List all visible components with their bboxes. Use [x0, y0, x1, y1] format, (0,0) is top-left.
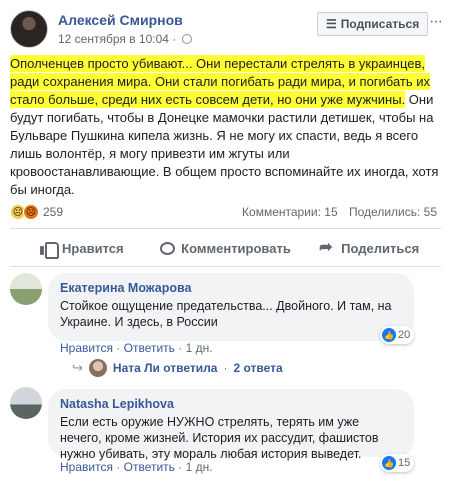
post-actions-bar: Нравится Комментировать Поделиться — [10, 233, 441, 263]
reactions-count: 259 — [43, 205, 64, 219]
globe-icon — [181, 34, 192, 44]
reactions-summary[interactable]: ☹ ☹ 259 — [10, 204, 63, 220]
shares-count-link[interactable]: Поделились: 55 — [349, 205, 437, 219]
date-separator: · — [172, 32, 177, 46]
view-replies-link[interactable]: ↪ Ната Ли ответила · 2 ответа — [72, 359, 283, 377]
comment-actions: Нравится · Ответить · 1 дн. — [60, 460, 213, 474]
comment-like-count: 20 — [398, 329, 411, 341]
comment-like-link[interactable]: Нравится — [60, 460, 113, 474]
reply-author: Ната Ли ответила — [112, 361, 218, 375]
author-avatar[interactable] — [10, 10, 48, 48]
comment-reply-link[interactable]: Ответить — [124, 460, 175, 474]
comment-reactions[interactable]: 👍 15 — [380, 454, 415, 472]
share-label: Поделиться — [341, 240, 420, 256]
comment-avatar[interactable] — [10, 273, 42, 305]
comment-bubble: Natasha Lepikhova Если есть оружие НУЖНО… — [48, 389, 414, 461]
reply-arrow-icon: ↪ — [72, 360, 83, 375]
comment-text: Стойкое ощущение предательства... Двойно… — [60, 299, 392, 329]
comment-author[interactable]: Екатерина Можарова — [60, 280, 402, 296]
comment-actions-separator: · — [116, 460, 121, 474]
comment-author[interactable]: Natasha Lepikhova — [60, 396, 402, 412]
thumbs-up-icon — [40, 240, 60, 259]
comment-avatar[interactable] — [10, 387, 42, 419]
like-reaction-icon: 👍 — [382, 456, 396, 470]
comment-bubble: Екатерина Можарова Стойкое ощущение пред… — [48, 273, 414, 341]
like-label: Нравится — [62, 240, 124, 256]
comment-age[interactable]: 1 дн. — [186, 460, 213, 474]
reply-count: 2 ответа — [233, 361, 283, 375]
comment-button[interactable]: Комментировать — [154, 233, 298, 263]
more-options-icon[interactable]: ··· — [429, 13, 443, 31]
subscribe-button[interactable]: ☰ Подписаться — [317, 12, 429, 36]
comment-reactions[interactable]: 👍 20 — [380, 326, 415, 344]
comment-actions-separator: · — [178, 341, 183, 355]
subscribe-icon: ☰ — [326, 17, 337, 31]
comment-text: Если есть оружие НУЖНО стрелять, терять … — [60, 415, 379, 461]
post-text: Ополченцев просто убивают... Они переста… — [10, 55, 440, 199]
divider — [10, 266, 441, 267]
post-text-highlighted: Ополченцев просто убивают... Они переста… — [10, 55, 430, 108]
comment-reply-link[interactable]: Ответить — [124, 341, 175, 355]
angry-reaction-icon: ☹ — [23, 204, 39, 220]
comment-like-link[interactable]: Нравится — [60, 341, 113, 355]
divider — [10, 228, 441, 229]
post-author[interactable]: Алексей Смирнов — [58, 12, 183, 28]
share-icon — [319, 237, 335, 257]
comment-icon — [160, 241, 176, 255]
comment-actions-separator: · — [116, 341, 121, 355]
post-timestamp[interactable]: 12 сентября в 10:04 · — [58, 32, 192, 46]
comment-age[interactable]: 1 дн. — [186, 341, 213, 355]
comment-actions-separator: · — [178, 460, 183, 474]
reply-separator: · — [223, 361, 228, 375]
comment-actions: Нравится · Ответить · 1 дн. — [60, 341, 213, 355]
comments-count-link[interactable]: Комментарии: 15 — [242, 205, 338, 219]
like-button[interactable]: Нравится — [10, 233, 154, 263]
post-stats: Комментарии: 15 Поделились: 55 — [234, 205, 437, 219]
share-button[interactable]: Поделиться — [297, 233, 441, 263]
post-date[interactable]: 12 сентября в 10:04 — [58, 32, 169, 46]
reply-avatar — [88, 359, 107, 377]
comment-like-count: 15 — [398, 457, 411, 469]
subscribe-label: Подписаться — [340, 17, 420, 31]
comment-label: Комментировать — [181, 240, 291, 256]
like-reaction-icon: 👍 — [382, 328, 396, 342]
